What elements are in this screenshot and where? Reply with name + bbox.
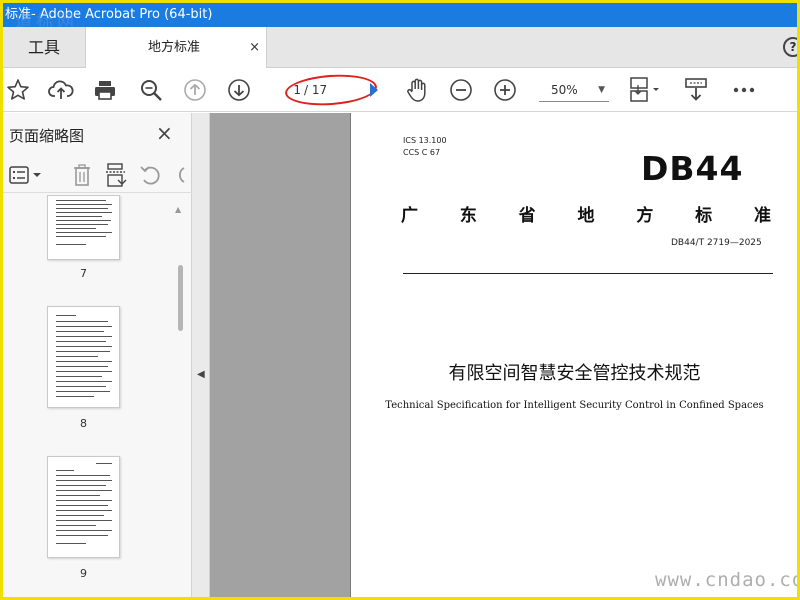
toolbar: 1 / 17 50% ▼ — [3, 68, 797, 112]
acrobat-window: 标准- Adobe Acrobat Pro (64-bit) 道标网 工具 地方… — [3, 3, 797, 597]
pdf-page: ICS 13.100 CCS C 67 DB44 广 东 省 地 方 标 准 D… — [350, 113, 797, 597]
thumbnail-label: 8 — [80, 417, 87, 430]
title-bar: 标准- Adobe Acrobat Pro (64-bit) — [3, 3, 797, 27]
hand-icon[interactable] — [401, 68, 433, 112]
zoom-out-icon[interactable] — [445, 68, 477, 112]
zoom-search-icon[interactable] — [135, 68, 167, 112]
heading-char: 方 — [636, 206, 654, 226]
panel-title: 页面缩略图 — [9, 127, 85, 145]
heading-char: 东 — [459, 206, 477, 226]
chevron-down-icon: ▼ — [598, 85, 605, 95]
heading-char: 地 — [577, 206, 595, 226]
insert-page-icon[interactable] — [103, 157, 129, 193]
thumbnail-label: 7 — [80, 267, 87, 280]
more-icon[interactable] — [727, 68, 761, 112]
star-icon[interactable] — [3, 68, 33, 112]
page-down-icon[interactable] — [223, 68, 255, 112]
thumbnail-panel: 页面缩略图 × 7 8 9 ▲ — [3, 113, 192, 597]
help-button[interactable]: ? — [783, 37, 797, 57]
zoom-value: 50% — [551, 83, 578, 97]
print-icon[interactable] — [89, 68, 121, 112]
classification-codes: ICS 13.100 CCS C 67 — [403, 135, 447, 159]
heading-char: 省 — [518, 206, 536, 226]
watermark-bottom: www.cndao.com — [655, 569, 797, 591]
document-title-en: Technical Specification for Intelligent … — [385, 400, 764, 411]
db-code: DB44 — [641, 149, 744, 188]
chevron-left-icon: ◀ — [197, 369, 205, 380]
document-view[interactable]: ICS 13.100 CCS C 67 DB44 广 东 省 地 方 标 准 D… — [210, 113, 797, 597]
thumbnail-scrollbar[interactable] — [175, 195, 187, 597]
header-rule — [403, 273, 773, 274]
cursor-arrow-icon — [367, 68, 381, 112]
thumbnail-list: 7 8 9 — [3, 195, 192, 597]
trash-icon[interactable] — [69, 157, 95, 193]
cloud-upload-icon[interactable] — [45, 68, 77, 112]
scrollbar-thumb[interactable] — [178, 265, 183, 331]
panel-collapse-handle[interactable]: ◀ — [192, 113, 210, 597]
rotate-ccw-icon[interactable] — [137, 157, 163, 193]
rotate-cw-icon[interactable] — [167, 157, 189, 193]
ccs-code: CCS C 67 — [403, 148, 441, 157]
ics-code: ICS 13.100 — [403, 136, 447, 145]
scroll-mode-icon[interactable] — [625, 68, 665, 112]
heading-char: 标 — [695, 206, 713, 226]
standard-number: DB44/T 2719—2025 — [671, 238, 762, 248]
panel-toolbar — [3, 157, 192, 193]
tab-close-icon[interactable]: × — [249, 27, 260, 68]
tab-document-label: 地方标准 — [148, 40, 201, 55]
tab-tools[interactable]: 工具 — [3, 27, 85, 68]
zoom-in-icon[interactable] — [489, 68, 521, 112]
zoom-select[interactable]: 50% ▼ — [539, 78, 609, 102]
thumbnail-label: 9 — [80, 567, 87, 580]
tab-bar: 工具 地方标准 × ? — [3, 27, 797, 69]
stamp-icon[interactable] — [679, 68, 713, 112]
thumbnail-page-8[interactable] — [47, 306, 120, 408]
document-title-cn: 有限空间智慧安全管控技术规范 — [448, 363, 701, 384]
page-up-icon[interactable] — [179, 68, 211, 112]
tab-document[interactable]: 地方标准 × — [85, 27, 267, 69]
heading-char: 广 — [401, 206, 418, 226]
heading-char: 准 — [753, 206, 771, 226]
thumbnail-page-9[interactable] — [47, 456, 120, 558]
panel-close-icon[interactable]: × — [156, 121, 173, 145]
standard-category-heading: 广 东 省 地 方 标 准 — [401, 201, 771, 226]
thumbnail-options-icon[interactable] — [9, 157, 43, 193]
thumbnail-page-7[interactable] — [47, 195, 120, 260]
